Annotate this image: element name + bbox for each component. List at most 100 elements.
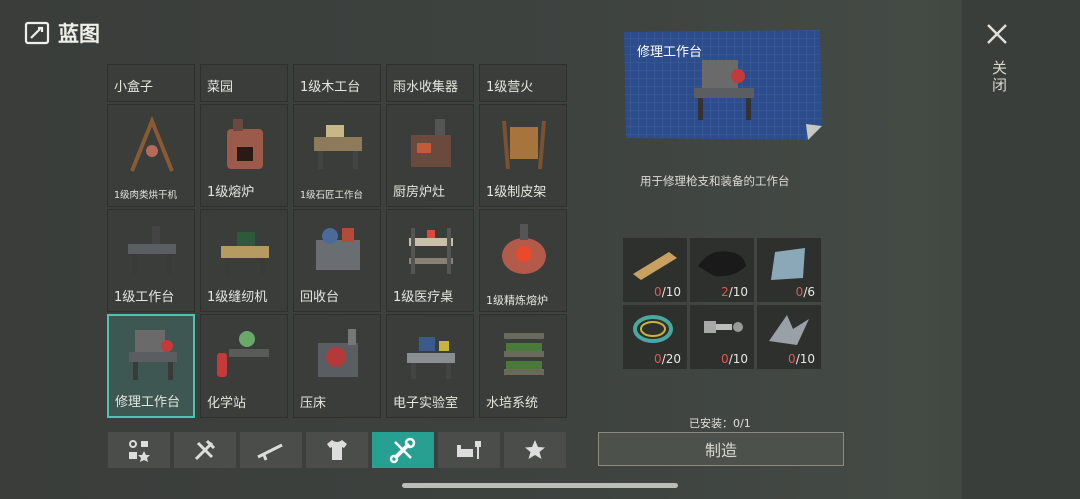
tab-weapons[interactable] xyxy=(240,432,302,468)
metal-plate-icon xyxy=(771,248,805,280)
blueprint-item[interactable]: 1级医疗桌 xyxy=(386,209,474,312)
item-label: 雨水收集器 xyxy=(393,80,459,95)
tab-workbenches[interactable] xyxy=(372,432,434,468)
tab-layout[interactable] xyxy=(108,432,170,468)
blueprint-item[interactable]: 小盒子 xyxy=(107,64,195,102)
layout-icon xyxy=(129,440,150,462)
material-need: /10 xyxy=(728,285,748,299)
blueprint-item[interactable]: 电子实验室 xyxy=(386,314,474,418)
blueprint-item[interactable]: 1级工作台 xyxy=(107,209,195,312)
item-label: 1级工作台 xyxy=(114,290,175,305)
header: 蓝图 xyxy=(24,18,100,48)
craft-button[interactable]: 制造 xyxy=(598,432,844,466)
item-label: 1级熔炉 xyxy=(207,185,255,200)
blueprint-item[interactable]: 回收台 xyxy=(293,209,381,312)
blueprint-item[interactable]: 1级熔炉 xyxy=(200,104,288,207)
item-label: 修理工作台 xyxy=(115,395,181,410)
hammer-wrench-icon xyxy=(194,439,216,461)
material-need: /20 xyxy=(661,352,681,366)
blueprint-item[interactable]: 1级精炼熔炉 xyxy=(479,209,567,312)
blueprint-item[interactable]: 1级营火 xyxy=(479,64,567,102)
blueprint-item[interactable]: 水培系统 xyxy=(479,314,567,418)
repair-bench-icon xyxy=(129,330,177,380)
blueprint-item[interactable]: 厨房炉灶 xyxy=(386,104,474,207)
right-panel xyxy=(962,0,1080,499)
electronics-lab-icon xyxy=(407,337,455,379)
tab-furniture[interactable] xyxy=(438,432,500,468)
item-label: 水培系统 xyxy=(486,396,539,411)
blueprint-item[interactable]: 1级缝纫机 xyxy=(200,209,288,312)
material-slot[interactable]: 2/10 xyxy=(690,238,754,302)
item-label: 电子实验室 xyxy=(393,396,459,411)
wire-icon xyxy=(633,315,673,343)
material-slot[interactable]: 0/10 xyxy=(623,238,687,302)
tab-clothing[interactable] xyxy=(306,432,368,468)
material-need: /10 xyxy=(728,352,748,366)
item-label: 1级精炼熔炉 xyxy=(486,294,548,307)
blueprint-item-selected[interactable]: 修理工作台 xyxy=(107,314,195,418)
shirt-icon xyxy=(327,440,347,460)
item-label: 1级木工台 xyxy=(300,80,361,95)
meat-dryer-icon xyxy=(130,115,174,172)
medical-table-icon xyxy=(409,228,453,274)
blueprint-item[interactable]: 压床 xyxy=(293,314,381,418)
blueprint-item[interactable]: 化学站 xyxy=(200,314,288,418)
material-have: 0 xyxy=(654,352,662,366)
scrap-metal-icon xyxy=(769,315,809,345)
blueprint-item[interactable]: 雨水收集器 xyxy=(386,64,474,102)
material-slot[interactable]: 0/6 xyxy=(757,238,821,302)
refining-furnace-icon xyxy=(502,224,546,274)
blueprint-item[interactable]: 1级制皮架 xyxy=(479,104,567,207)
material-have: 0 xyxy=(788,352,796,366)
kitchen-stove-icon xyxy=(411,119,451,167)
item-label: 厨房炉灶 xyxy=(393,185,446,200)
star-icon xyxy=(525,440,545,459)
home-indicator[interactable] xyxy=(402,483,678,488)
material-have: 2 xyxy=(721,285,729,299)
material-slot[interactable]: 0/10 xyxy=(757,305,821,369)
blueprint-book-icon xyxy=(24,21,50,45)
blueprint-item[interactable]: 菜园 xyxy=(200,64,288,102)
page-title: 蓝图 xyxy=(58,22,100,46)
item-label: 1级缝纫机 xyxy=(207,290,268,305)
item-label: 菜园 xyxy=(207,80,234,95)
plank-icon xyxy=(633,252,677,280)
press-icon xyxy=(318,329,358,377)
item-label: 小盒子 xyxy=(114,80,154,95)
chemistry-station-icon xyxy=(217,331,269,377)
material-need: /6 xyxy=(803,285,815,299)
blueprint-item[interactable]: 1级肉类烘干机 xyxy=(107,104,195,207)
rifle-icon xyxy=(257,443,283,461)
furnace-icon xyxy=(227,119,263,169)
sewing-machine-icon xyxy=(221,232,269,274)
item-label: 化学站 xyxy=(207,396,247,411)
detail-description: 用于修理枪支和装备的工作台 xyxy=(640,174,790,188)
mason-table-icon xyxy=(314,125,362,169)
recycler-icon xyxy=(316,228,360,270)
tanning-rack-icon xyxy=(502,120,546,170)
bolt-icon xyxy=(704,321,743,333)
installed-count: 已安装：0/1 xyxy=(689,417,751,430)
item-label: 1级石匠工作台 xyxy=(300,190,364,201)
wrench-icon xyxy=(389,437,416,464)
furniture-icon xyxy=(457,441,481,459)
blueprint-item[interactable]: 1级木工台 xyxy=(293,64,381,102)
detail-title: 修理工作台 xyxy=(637,45,703,60)
material-slot[interactable]: 0/10 xyxy=(690,305,754,369)
material-need: /10 xyxy=(795,352,815,366)
close-icon[interactable] xyxy=(985,22,1009,46)
close-label[interactable]: 关闭 xyxy=(989,60,1010,94)
item-label: 1级制皮架 xyxy=(486,185,547,200)
tab-tools[interactable] xyxy=(174,432,236,468)
workbench-icon xyxy=(128,226,176,274)
blueprint-grid: 小盒子 菜园 1级木工台 雨水收集器 1级营火 1级肉类烘干机 1级熔炉 1级石… xyxy=(107,64,567,419)
item-label: 1级肉类烘干机 xyxy=(114,190,178,201)
blueprint-item[interactable]: 1级石匠工作台 xyxy=(293,104,381,207)
tab-favorites[interactable] xyxy=(504,432,566,468)
material-have: 0 xyxy=(654,285,662,299)
material-need: /10 xyxy=(661,285,681,299)
item-label: 压床 xyxy=(300,396,327,411)
category-tabs xyxy=(108,432,566,468)
material-slot[interactable]: 0/20 xyxy=(623,305,687,369)
item-label: 1级医疗桌 xyxy=(393,290,454,305)
